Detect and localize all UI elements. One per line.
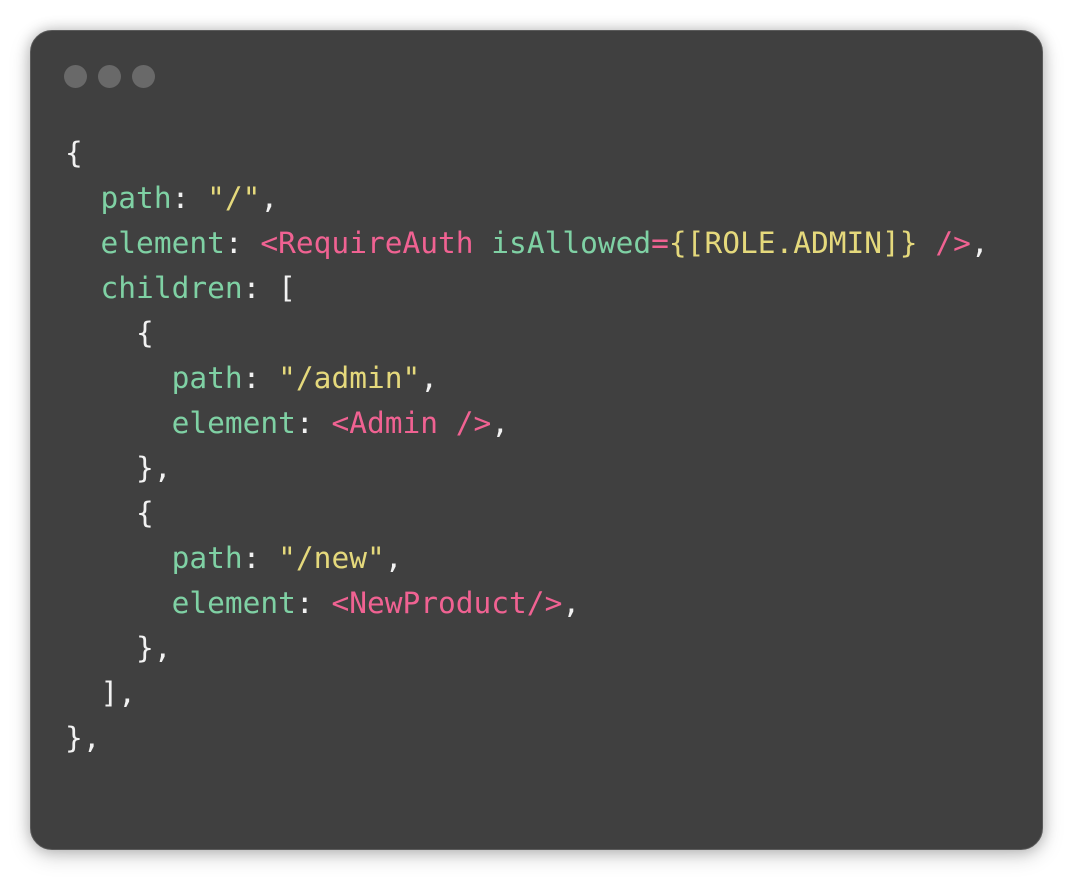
minimize-dot-icon[interactable]: [98, 65, 121, 88]
code-token: :: [295, 406, 332, 440]
code-token: :: [295, 586, 332, 620]
code-token: : [: [242, 271, 296, 305]
code-token: "/new": [278, 541, 385, 575]
code-token: },: [65, 631, 172, 665]
code-token: element: [171, 406, 296, 440]
code-token: path: [171, 361, 243, 395]
code-window: { path: "/", element: <RequireAuth isAll…: [30, 30, 1043, 850]
code-token: element: [100, 226, 225, 260]
code-token: ,: [970, 226, 989, 260]
code-token: ,: [420, 361, 439, 395]
code-token: {: [65, 316, 154, 350]
code-line: {: [65, 311, 989, 356]
code-token: {: [65, 136, 83, 170]
code-token: =: [651, 226, 669, 260]
code-line: path: "/",: [65, 176, 989, 221]
code-line: },: [65, 626, 989, 671]
code-token: <NewProduct/>: [331, 586, 563, 620]
code-line: children: [: [65, 266, 989, 311]
code-token: ,: [562, 586, 581, 620]
code-line: },: [65, 716, 989, 761]
code-token: children: [100, 271, 243, 305]
code-token: <RequireAuth: [260, 226, 474, 260]
code-line: },: [65, 446, 989, 491]
code-token: "/": [207, 181, 261, 215]
code-token: },: [65, 721, 101, 755]
code-token: />: [935, 226, 971, 260]
code-line: path: "/admin",: [65, 356, 989, 401]
code-line: {: [65, 491, 989, 536]
code-token: {: [65, 496, 154, 530]
code-line: ],: [65, 671, 989, 716]
code-line: element: <NewProduct/>,: [65, 581, 989, 626]
maximize-dot-icon[interactable]: [132, 65, 155, 88]
code-token: ,: [384, 541, 403, 575]
code-token: :: [224, 226, 261, 260]
close-dot-icon[interactable]: [64, 65, 87, 88]
code-token: },: [65, 451, 172, 485]
code-token: :: [171, 181, 208, 215]
code-line: path: "/new",: [65, 536, 989, 581]
window-controls: [64, 65, 155, 89]
code-token: :: [242, 361, 279, 395]
code-token: ,: [491, 406, 510, 440]
code-token: <Admin />: [331, 406, 492, 440]
code-token: element: [171, 586, 296, 620]
code-token: {[ROLE.ADMIN]}: [668, 226, 918, 260]
code-token: :: [242, 541, 279, 575]
code-token: path: [100, 181, 172, 215]
code-token: path: [171, 541, 243, 575]
code-line: element: <RequireAuth isAllowed={[ROLE.A…: [65, 221, 989, 266]
code-token: ,: [260, 181, 279, 215]
code-line: {: [65, 131, 989, 176]
code-line: element: <Admin />,: [65, 401, 989, 446]
code-token: isAllowed: [491, 226, 652, 260]
code-token: "/admin": [278, 361, 421, 395]
code-token: ],: [65, 676, 137, 710]
code-block: { path: "/", element: <RequireAuth isAll…: [65, 131, 989, 761]
